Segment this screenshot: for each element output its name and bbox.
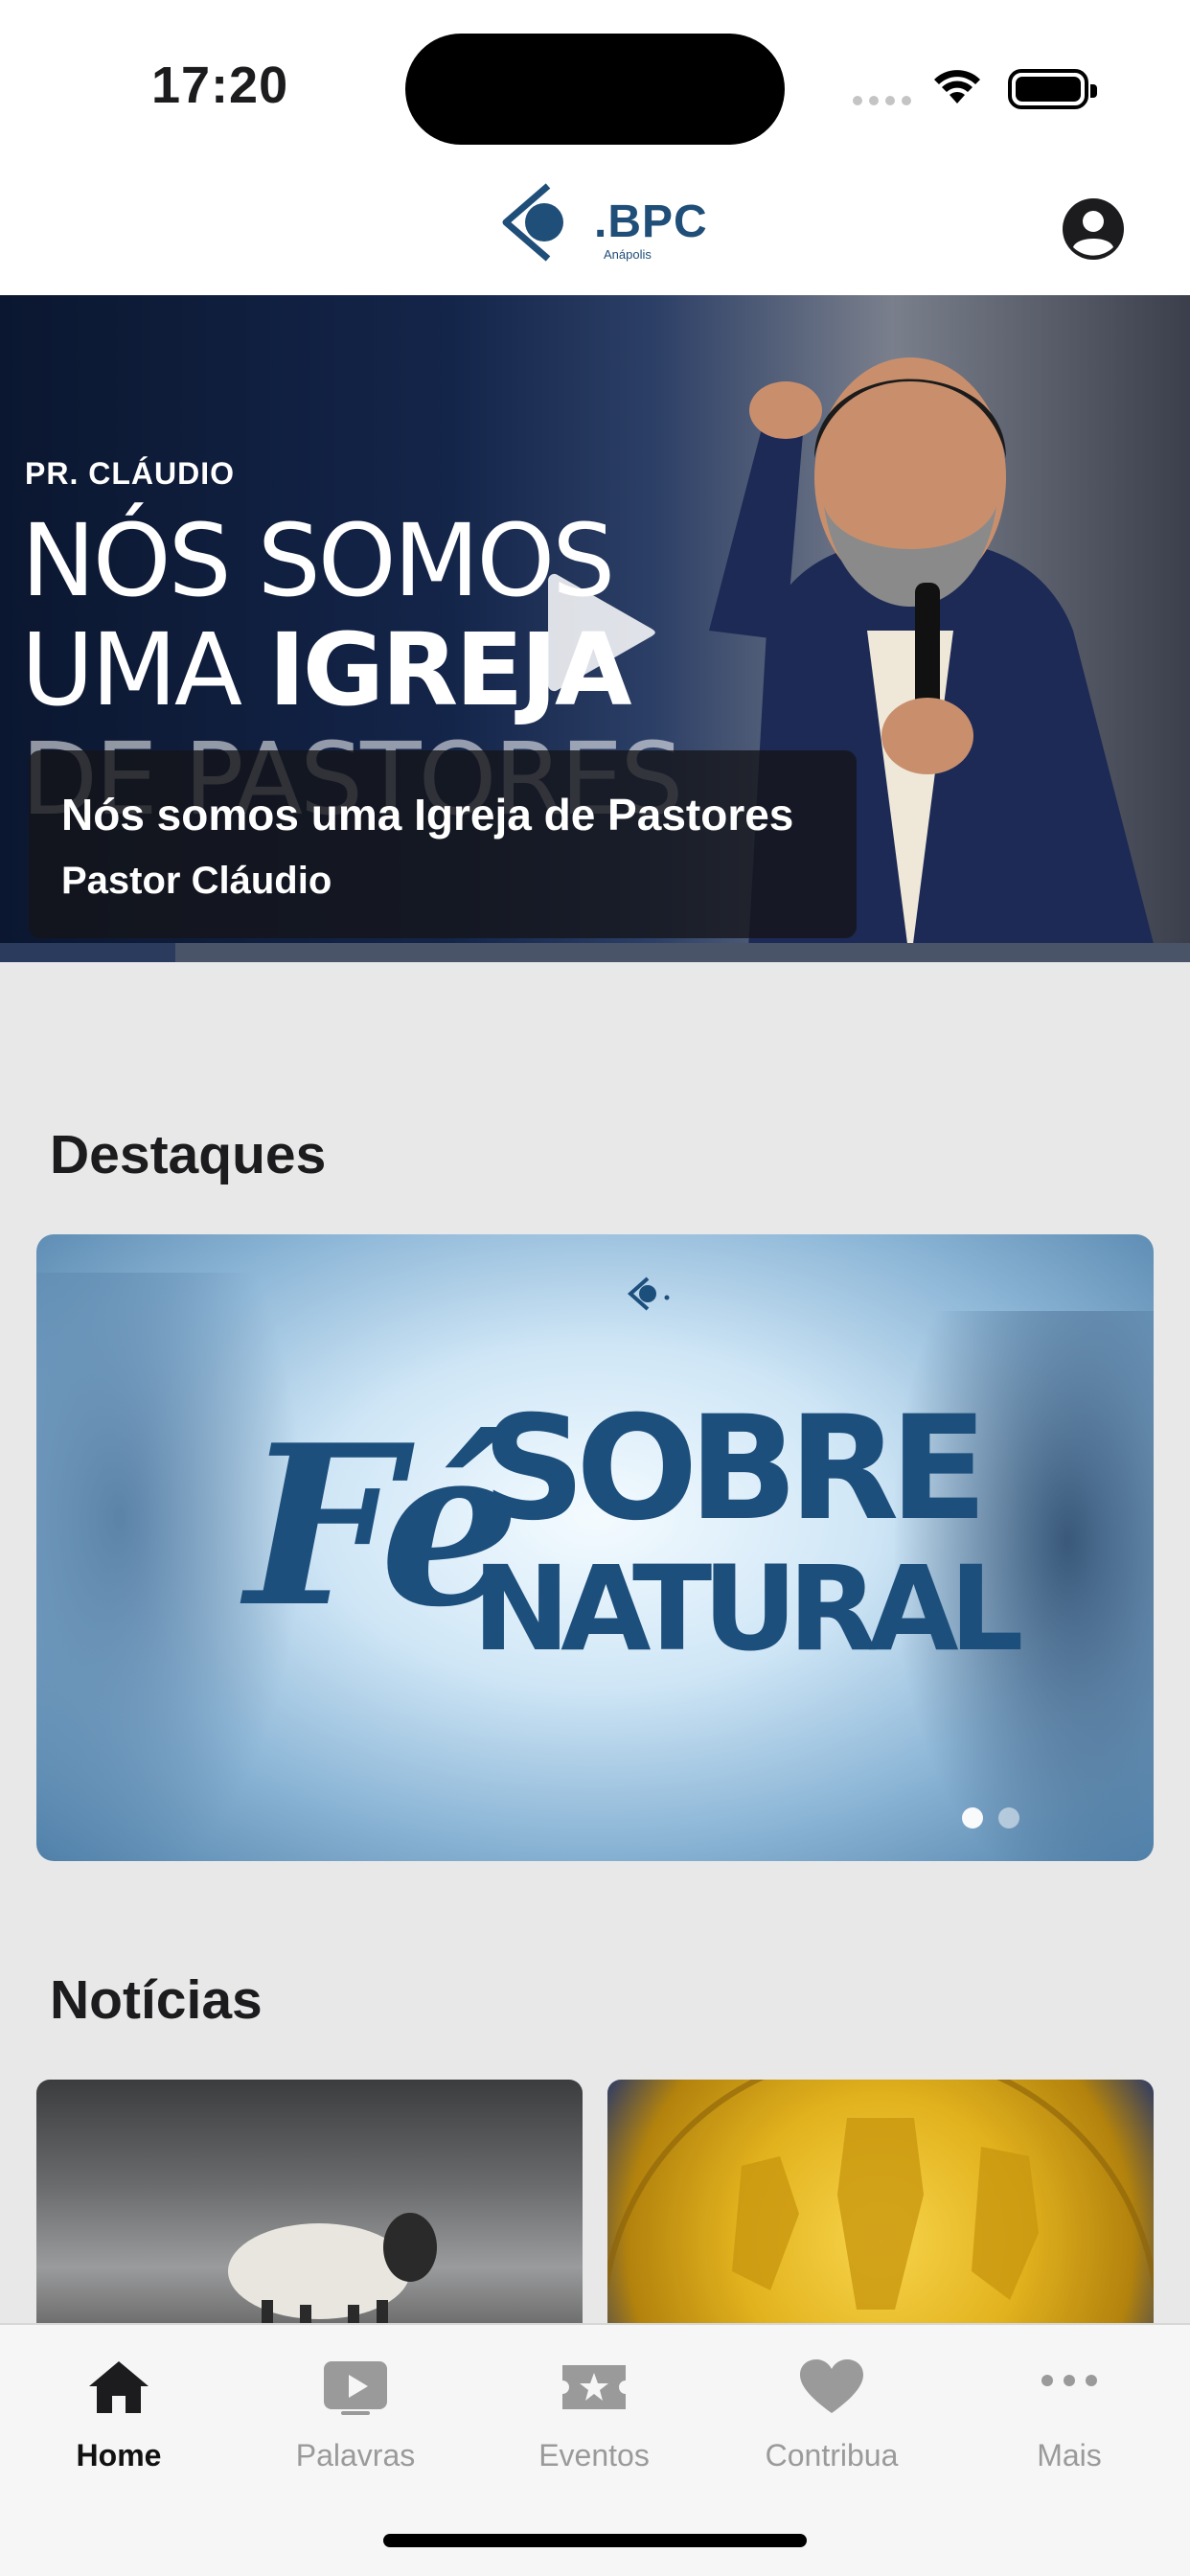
heart-icon [800, 2359, 863, 2413]
home-indicator[interactable] [383, 2534, 807, 2547]
tab-palavras-label: Palavras [295, 2438, 416, 2472]
tab-palavras[interactable]: Palavras [260, 2358, 451, 2473]
pagination-dot[interactable] [998, 1807, 1019, 1828]
tab-eventos-label: Eventos [538, 2438, 650, 2472]
highlights-title: Destaques [50, 1124, 327, 1185]
video-title: Nós somos uma Igreja de Pastores [61, 790, 794, 840]
news-title: Notícias [50, 1969, 263, 2031]
thumbnail-line-2a: UMA [21, 611, 269, 728]
sheep-image [228, 2213, 437, 2348]
tab-home[interactable]: Home [23, 2358, 215, 2473]
carousel-pagination[interactable] [962, 1807, 1019, 1828]
news-card-sheep[interactable] [36, 2080, 583, 2348]
status-time: 17:20 [151, 57, 289, 114]
logo-subtitle: Anápolis [604, 247, 652, 262]
tab-mais-label: Mais [1037, 2438, 1102, 2472]
video-progress-bar[interactable] [0, 943, 1190, 962]
video-caption: Nós somos uma Igreja de Pastores Pastor … [29, 750, 857, 938]
banner-word-fe: Fé [245, 1397, 520, 1656]
logo-mark-icon [502, 183, 563, 262]
wifi-icon [934, 70, 980, 104]
status-bar: 17:20 [0, 0, 1190, 163]
more-dots-icon [1041, 2375, 1097, 2386]
tab-eventos[interactable]: Eventos [498, 2358, 690, 2473]
tab-mais[interactable]: Mais [973, 2358, 1165, 2473]
tab-contribua-label: Contribua [765, 2438, 899, 2472]
logo-text: .BPC [594, 196, 708, 247]
tab-contribua[interactable]: Contribua [736, 2358, 927, 2473]
thumbnail-tag: PR. CLÁUDIO [25, 456, 235, 491]
cellular-signal-icon [853, 96, 911, 105]
news-card-coin[interactable] [607, 2080, 1154, 2348]
battery-icon [1008, 69, 1097, 109]
profile-icon[interactable] [1062, 197, 1125, 261]
banner-word-natural: NATURAL [472, 1541, 1023, 1677]
home-icon [89, 2361, 149, 2413]
tab-home-label: Home [76, 2438, 162, 2472]
featured-video[interactable]: PR. CLÁUDIO NÓS SOMOS UMA IGREJA DE PAST… [0, 295, 1190, 962]
dynamic-island [405, 34, 785, 145]
banner-word-sobre: SOBRE [482, 1386, 988, 1552]
highlight-banner[interactable]: Fé SOBRE NATURAL [36, 1234, 1154, 1861]
play-icon[interactable] [544, 567, 659, 698]
video-progress-fill [0, 943, 175, 962]
gold-coin-image [607, 2080, 1154, 2310]
banner-logo-icon [627, 1276, 670, 1311]
star-ticket-icon [562, 2365, 626, 2409]
video-speaker: Pastor Cláudio [61, 860, 332, 902]
app-header: .BPC Anápolis [0, 163, 1190, 295]
play-video-icon [324, 2361, 387, 2415]
pagination-dot-active[interactable] [962, 1807, 983, 1828]
bpc-logo[interactable]: .BPC Anápolis [489, 174, 708, 270]
